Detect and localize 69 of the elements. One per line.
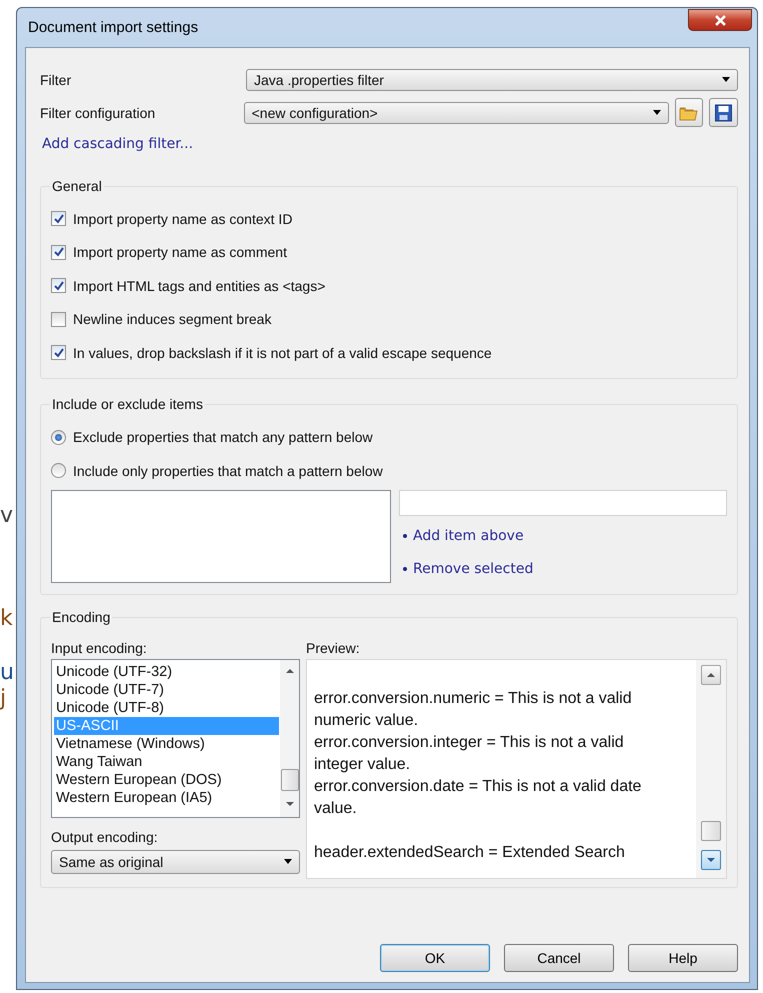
checkbox-label: Import property name as comment: [73, 244, 287, 260]
open-folder-button[interactable]: [674, 98, 704, 127]
configuration-dropdown[interactable]: <new configuration>: [244, 102, 669, 124]
output-encoding-dropdown[interactable]: Same as original: [51, 850, 300, 874]
checkbox[interactable]: [51, 244, 66, 260]
filter-label: Filter: [40, 72, 72, 88]
down-arrow-icon: [286, 800, 294, 806]
down-arrow-icon: [707, 856, 715, 862]
group-title: Encoding: [50, 608, 112, 624]
list-item[interactable]: Western European (IA5): [54, 788, 279, 806]
background-letter: u: [0, 662, 14, 684]
window-title: Document import settings: [28, 19, 198, 36]
preview-line: error.conversion.date = This is not a valid date value.: [314, 776, 642, 818]
checkbox-label: Newline induces segment break: [73, 311, 272, 328]
checkbox[interactable]: [51, 312, 66, 327]
up-arrow-icon: [286, 668, 294, 674]
caret-icon: [283, 858, 293, 865]
checkbox-label: In values, drop backslash if it is not part of a valid escape sequence: [73, 344, 492, 361]
action-link[interactable]: Remove selected: [413, 561, 534, 577]
scrollbar[interactable]: [280, 660, 299, 816]
list-item[interactable]: Vietnamese (Windows): [54, 734, 279, 752]
checkmark-icon: [54, 247, 64, 258]
list-item[interactable]: Unicode (UTF-32): [54, 662, 279, 680]
checkbox[interactable]: [51, 345, 66, 360]
radio-label: Exclude properties that match any pattern below: [73, 429, 373, 446]
filter-configuration-label: Filter configuration: [40, 104, 156, 120]
add-cascading-filter-link[interactable]: Add cascading filter...: [42, 136, 194, 152]
preview-label: Preview:: [306, 640, 361, 658]
group-title: Include or exclude items: [50, 396, 205, 412]
checkbox[interactable]: [51, 211, 66, 226]
checkbox-label: Import property name as context ID: [73, 210, 292, 227]
bullet-icon: [403, 534, 407, 538]
group-title: General: [50, 178, 104, 194]
scrollbar[interactable]: [696, 660, 726, 878]
list-item[interactable]: Wang Taiwan: [54, 752, 279, 770]
dialog-button[interactable]: Cancel: [504, 944, 614, 972]
save-button[interactable]: [709, 98, 738, 127]
scrollbar-thumb[interactable]: [280, 768, 298, 790]
preview-line: error.conversion.numeric = This is not a valid numeric value.: [314, 688, 633, 730]
close-button[interactable]: [688, 9, 752, 31]
filter-dropdown[interactable]: Java .properties filter: [246, 68, 738, 90]
bullet-icon: [403, 567, 407, 571]
radio-label: Include only properties that match a pattern below: [73, 462, 383, 479]
preview-line: header.extendedSearch = Extended Search: [314, 842, 626, 862]
preview-line: error.conversion.integer = This is not a valid integer value.: [314, 732, 625, 774]
pattern-field[interactable]: [399, 490, 727, 516]
caret-icon: [652, 109, 662, 116]
background-letter: v: [0, 505, 14, 527]
checkbox[interactable]: [51, 278, 66, 294]
checkmark-icon: [54, 348, 64, 358]
list-item[interactable]: Western European (DOS): [54, 770, 279, 788]
list-item[interactable]: Unicode (UTF-8): [54, 698, 279, 716]
up-arrow-icon: [707, 672, 715, 678]
radio-button[interactable]: [51, 430, 66, 445]
checkmark-icon: [54, 214, 64, 224]
checkbox-label: Import HTML tags and entities as <tags>: [73, 278, 326, 294]
radio-button[interactable]: [51, 463, 66, 478]
output-encoding-label: Output encoding:: [51, 828, 159, 846]
background-letter: k: [0, 608, 13, 630]
close-icon: [714, 14, 726, 26]
caret-icon: [721, 76, 731, 83]
action-link[interactable]: Add item above: [413, 528, 524, 544]
dialog-button[interactable]: Help: [628, 944, 738, 972]
input-encoding-label: Input encoding:: [51, 640, 148, 658]
list-item[interactable]: Unicode (UTF-7): [54, 680, 279, 698]
dialog-button[interactable]: OK: [380, 944, 490, 972]
scrollbar-thumb[interactable]: [701, 821, 721, 841]
pattern-list[interactable]: [51, 490, 391, 582]
checkmark-icon: [54, 280, 64, 291]
